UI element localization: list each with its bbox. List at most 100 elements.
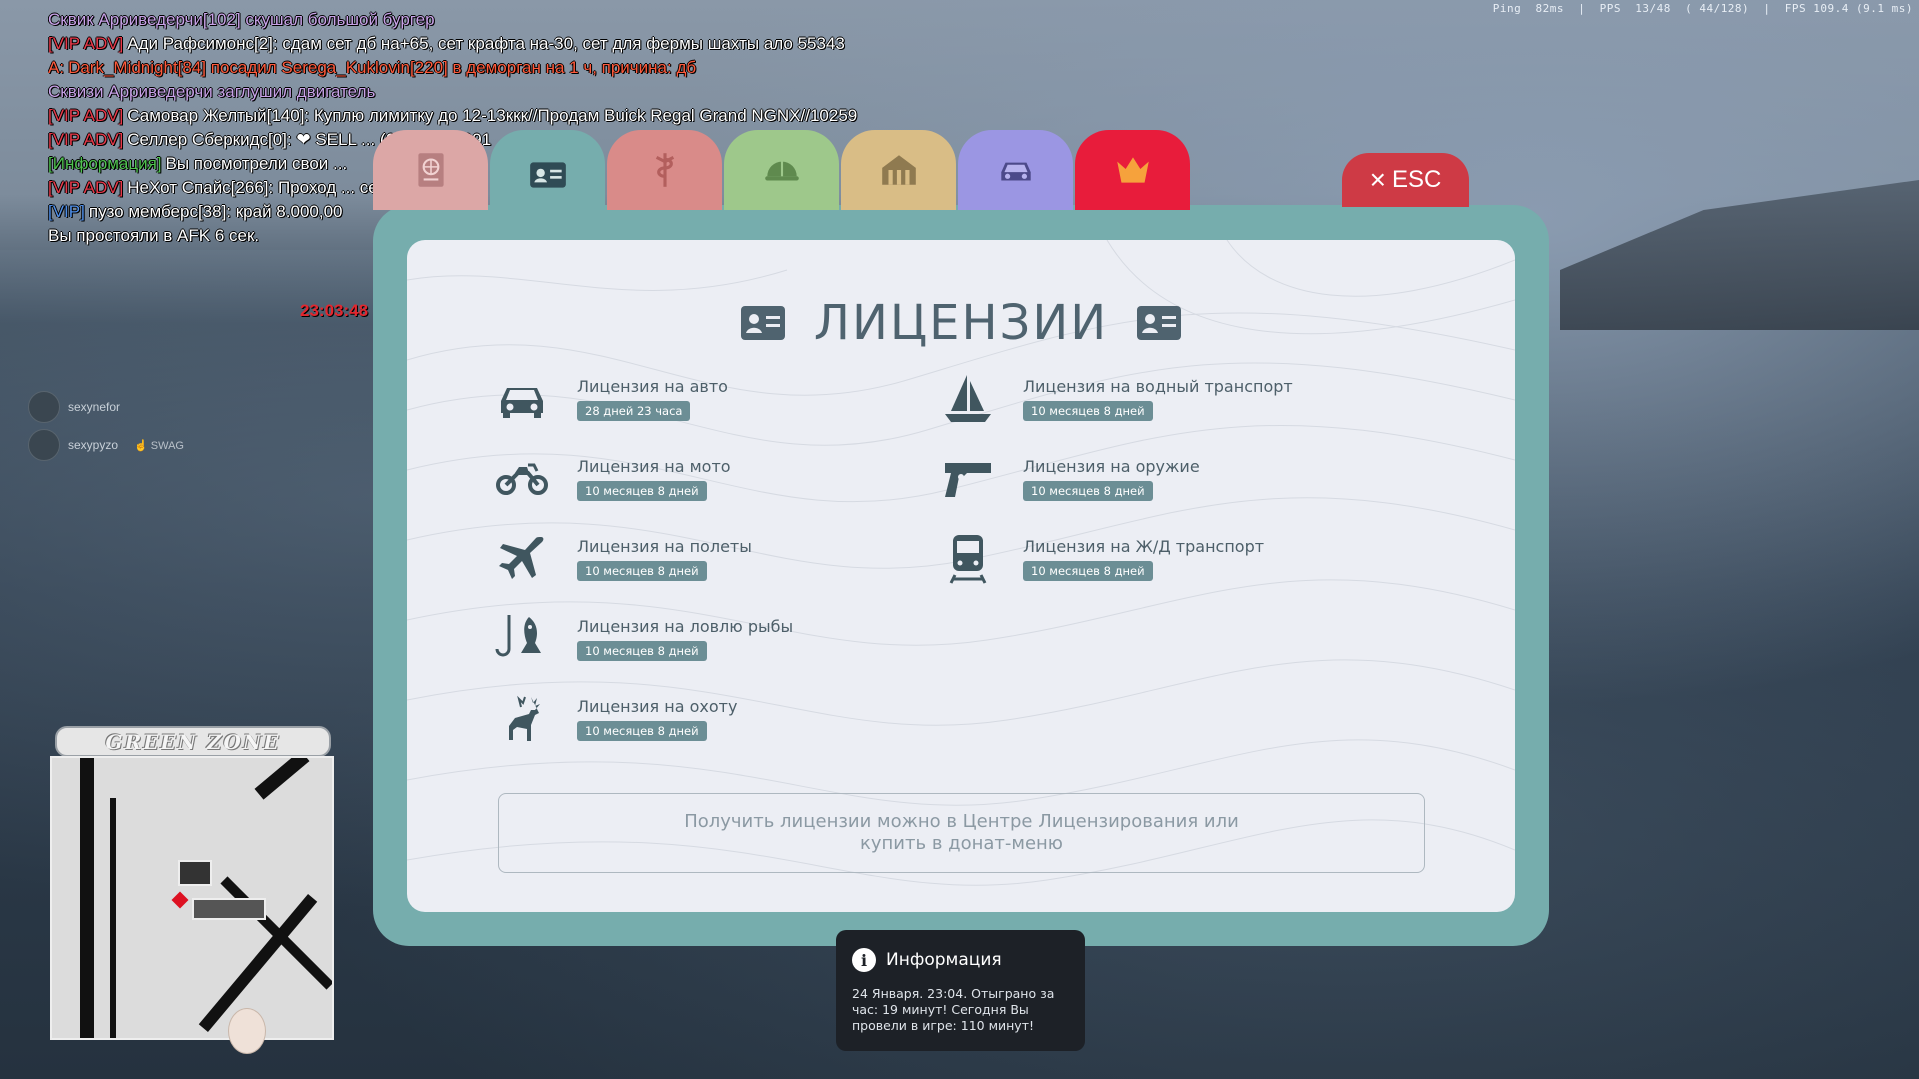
- info-title: Информация: [886, 950, 1002, 970]
- info-body: 24 Января. 23:04. Отыграно за час: 19 ми…: [852, 986, 1055, 1033]
- house-icon: [881, 155, 916, 185]
- license-item-hunting: Лицензия на охоту 10 месяцев 8 дней: [495, 691, 737, 745]
- license-item-fishing: Лицензия на ловлю рыбы 10 месяцев 8 дней: [495, 611, 793, 665]
- chat-tag: [VIP ADV]: [48, 106, 124, 125]
- license-duration-badge: 10 месяцев 8 дней: [577, 481, 707, 501]
- map-building: [178, 860, 212, 886]
- zone-banner: GREEN ZONE: [55, 726, 331, 757]
- license-name: Лицензия на ловлю рыбы: [577, 617, 794, 636]
- license-item-moto: Лицензия на мото 10 месяцев 8 дней: [495, 451, 731, 505]
- performance-stats: Ping 82ms | PPS 13/48 ( 44/128) | FPS 10…: [1492, 2, 1913, 15]
- info-header: i Информация: [852, 948, 1002, 972]
- chat-message: Самовар Желтый[140]: Куплю лимитку до 12…: [127, 106, 858, 125]
- page-title-row: ЛИЦЕНЗИИ: [407, 293, 1515, 353]
- voice-name: sexynefor: [68, 400, 121, 414]
- license-name: Лицензия на полеты: [577, 537, 752, 556]
- voice-tag: ☝ SWAG: [134, 439, 184, 452]
- license-duration-badge: 10 месяцев 8 дней: [577, 721, 707, 741]
- license-item-car: Лицензия на авто 28 дней 23 часа: [495, 371, 728, 425]
- map-road: [110, 798, 116, 1038]
- map-road: [254, 758, 310, 800]
- license-name: Лицензия на авто: [577, 377, 728, 396]
- tab-passport[interactable]: [373, 130, 488, 210]
- avatar: [28, 429, 60, 461]
- motorcycle-icon: [495, 451, 549, 505]
- chat-line: [VIP ADV] Ади Рафсимонс[2]: сдам сет дб н…: [48, 32, 1298, 56]
- license-name: Лицензия на оружие: [1023, 457, 1200, 476]
- chat-tag: [VIP ADV]: [48, 34, 124, 53]
- license-duration-badge: 10 месяцев 8 дней: [1023, 401, 1153, 421]
- medical-icon: [655, 153, 674, 187]
- tab-donate[interactable]: [1075, 130, 1190, 210]
- deer-icon: [495, 691, 549, 745]
- license-hint-box: Получить лицензии можно в Центре Лицензи…: [498, 793, 1425, 873]
- chat-message: Сквизи Арриведерчи заглушил двигатель: [48, 82, 376, 101]
- voice-list: sexynefor sexypyzo ☝ SWAG: [28, 388, 184, 464]
- chat-line: A: Dark_Midnight[84] посадил Serega_Kuklo…: [48, 56, 1298, 80]
- tab-medical[interactable]: [607, 130, 722, 210]
- license-hint-text: Получить лицензии можно в Центре Лицензи…: [684, 811, 1239, 854]
- game-clock: 23:03:48: [300, 301, 369, 320]
- crown-icon: [1116, 157, 1149, 183]
- train-icon: [941, 531, 995, 585]
- helmet-icon: [764, 157, 799, 181]
- airplane-icon: [495, 531, 549, 585]
- chat-tag: [VIP ADV]: [48, 130, 124, 149]
- avatar: [28, 391, 60, 423]
- chat-message: Вы посмотрели свои ...: [165, 154, 348, 173]
- license-item-weapon: Лицензия на оружие 10 месяцев 8 дней: [941, 451, 1200, 505]
- chat-tag: [Информация]: [48, 154, 162, 173]
- tab-job[interactable]: [724, 130, 839, 210]
- chat-line: [VIP ADV] Самовар Желтый[140]: Куплю лими…: [48, 104, 1298, 128]
- chat-message: Вы простояли в AFK 6 сек.: [48, 226, 260, 245]
- license-item-train: Лицензия на Ж/Д транспорт 10 месяцев 8 д…: [941, 531, 1264, 585]
- chat-message: НеХот Спайс[266]: Проход ... семья: [127, 178, 408, 197]
- close-icon: ×: [1369, 164, 1386, 195]
- license-duration-badge: 10 месяцев 8 дней: [1023, 561, 1153, 581]
- license-item-flight: Лицензия на полеты 10 месяцев 8 дней: [495, 531, 752, 585]
- license-item-water: Лицензия на водный транспорт 10 месяцев …: [941, 371, 1293, 425]
- tab-vehicles[interactable]: [958, 130, 1073, 210]
- license-duration-badge: 10 месяцев 8 дней: [577, 641, 707, 661]
- chat-line: Сквизи Арриведерчи заглушил двигатель: [48, 80, 1298, 104]
- chat-message: Dark_Midnight[84] посадил Serega_Kuklovi…: [68, 58, 697, 77]
- pistol-icon: [941, 451, 995, 505]
- chat-tag: A:: [48, 58, 65, 77]
- chat-message: пузо мемберс[38]: край 8.000,00: [88, 202, 343, 221]
- id-card-icon: [1137, 306, 1182, 340]
- license-duration-badge: 10 месяцев 8 дней: [577, 561, 707, 581]
- info-notification: i Информация 24 Января. 23:04. Отыграно …: [836, 930, 1085, 1051]
- fish-icon: [495, 611, 549, 665]
- car-icon: [1000, 162, 1031, 181]
- mask-icon: [228, 1008, 266, 1054]
- license-name: Лицензия на Ж/Д транспорт: [1023, 537, 1265, 556]
- chat-line: Сквик Арриведерчи[102] скушал большой бу…: [48, 8, 1298, 32]
- chat-message: Сквик Арриведерчи[102] скушал большой бу…: [48, 10, 435, 29]
- id-card-icon: [740, 306, 785, 340]
- player-marker-icon: [171, 891, 189, 909]
- minimap: [50, 756, 334, 1040]
- id-card-icon: [529, 162, 566, 188]
- voice-entry: sexynefor: [28, 388, 184, 426]
- menu-tabs: [373, 130, 1223, 220]
- chat-tag: [VIP]: [48, 202, 85, 221]
- tab-property[interactable]: [841, 130, 956, 210]
- voice-entry: sexypyzo ☝ SWAG: [28, 426, 184, 464]
- license-name: Лицензия на водный транспорт: [1023, 377, 1293, 396]
- tab-licenses[interactable]: [490, 130, 605, 220]
- car-icon: [495, 371, 549, 425]
- page-title: ЛИЦЕНЗИИ: [813, 295, 1109, 351]
- map-building: [192, 898, 266, 920]
- voice-name: sexypyzo: [68, 438, 119, 452]
- passport-icon: [417, 153, 444, 187]
- license-name: Лицензия на мото: [577, 457, 731, 476]
- map-road: [80, 758, 94, 1038]
- license-duration-badge: 10 месяцев 8 дней: [1023, 481, 1153, 501]
- sailboat-icon: [941, 371, 995, 425]
- license-name: Лицензия на охоту: [577, 697, 738, 716]
- map-road: [220, 876, 332, 990]
- background-building: [1560, 180, 1919, 330]
- close-button[interactable]: × ESC: [1342, 153, 1469, 207]
- licenses-panel: ЛИЦЕНЗИИ Лицензия на авто 28 дней 23 час…: [407, 240, 1515, 912]
- close-label: ESC: [1392, 166, 1442, 193]
